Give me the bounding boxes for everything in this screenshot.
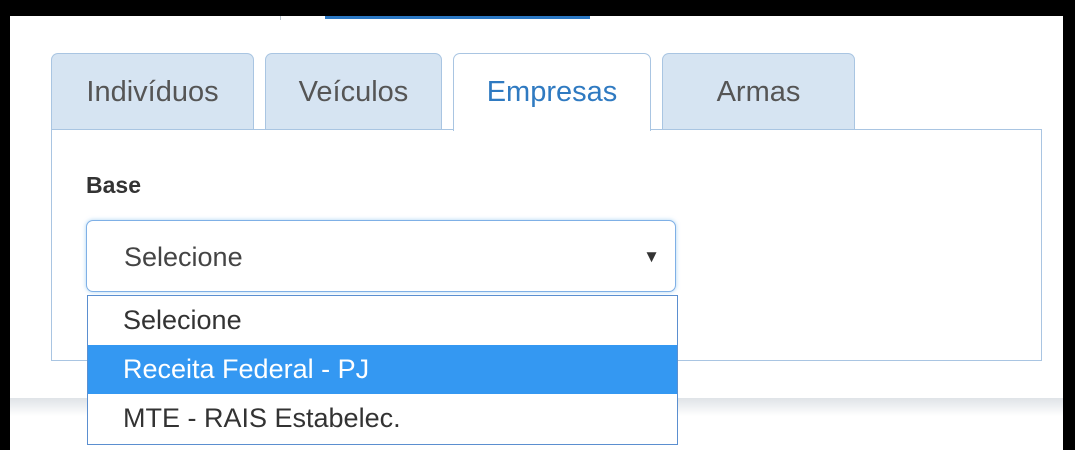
- base-dropdown-list: Selecione Receita Federal - PJ MTE - RAI…: [87, 295, 678, 445]
- option-receita-federal-pj[interactable]: Receita Federal - PJ: [88, 345, 677, 394]
- tab-individuos[interactable]: Indivíduos: [51, 53, 254, 129]
- tab-empresas[interactable]: Empresas: [453, 53, 651, 131]
- base-select[interactable]: Selecione ▼: [86, 220, 676, 292]
- tab-veiculos[interactable]: Veículos: [265, 53, 442, 129]
- app-frame: Indivíduos Veículos Empresas Armas Base …: [10, 16, 1063, 450]
- top-nav-active-indicator: [325, 16, 590, 19]
- option-mte-rais-estabelec[interactable]: MTE - RAIS Estabelec.: [88, 394, 677, 443]
- base-label: Base: [86, 172, 141, 198]
- caret-down-icon: ▼: [643, 247, 660, 266]
- option-selecione[interactable]: Selecione: [88, 296, 677, 345]
- tab-armas[interactable]: Armas: [662, 53, 855, 129]
- base-select-value: Selecione: [124, 242, 243, 272]
- top-divider: [280, 16, 281, 20]
